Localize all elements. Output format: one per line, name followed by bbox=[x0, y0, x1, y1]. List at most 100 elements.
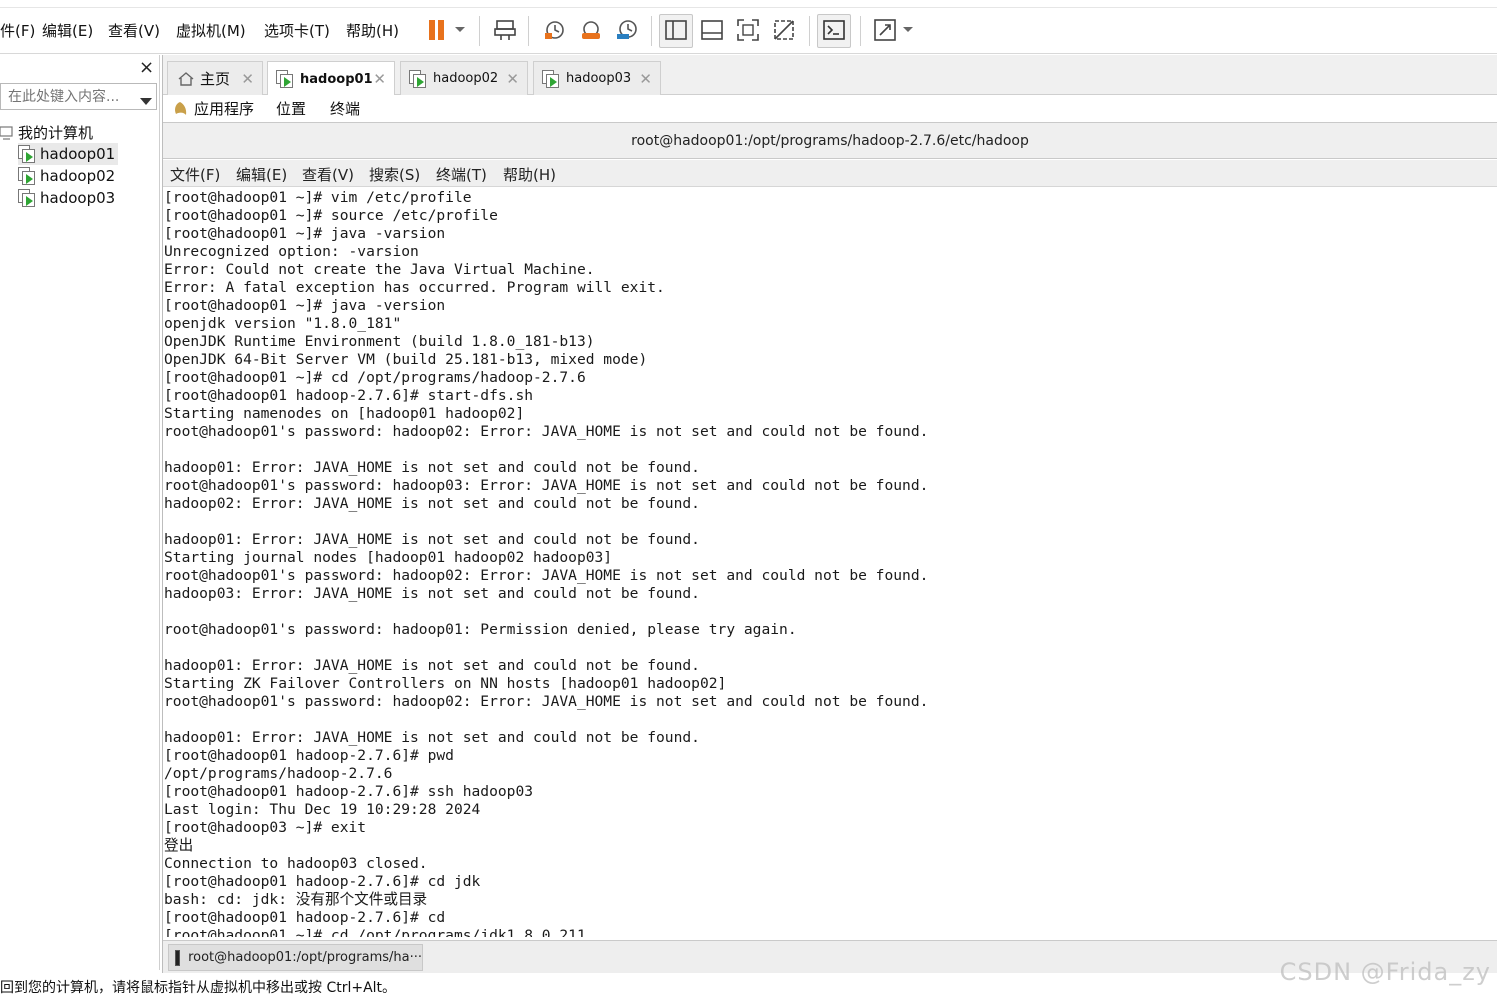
terminal-line: [root@hadoop01 hadoop-2.7.6]# ssh hadoop… bbox=[164, 783, 534, 800]
status-text: 回到您的计算机，请将鼠标指针从虚拟机中移出或按 Ctrl+Alt。 bbox=[0, 980, 397, 996]
terminal-menu-view[interactable]: 查看(V) bbox=[302, 164, 354, 185]
toolbar-separator bbox=[860, 16, 861, 46]
guest-menu-terminal[interactable]: 终端 bbox=[330, 98, 360, 119]
terminal-line: Unrecognized option: -varsion bbox=[164, 243, 419, 260]
guest-menu-applications[interactable]: 应用程序 bbox=[194, 98, 254, 119]
tree-root-label: 我的计算机 bbox=[18, 124, 94, 142]
tree-vm-hadoop03[interactable]: hadoop03 bbox=[18, 187, 118, 209]
terminal-line: [root@hadoop01 ~]# vim /etc/profile bbox=[164, 189, 472, 206]
tab-close-icon[interactable]: ✕ bbox=[373, 70, 386, 88]
library-pane: × 我的计算机 hadoop01 hadoop02 hadoop03 bbox=[0, 55, 160, 970]
terminal-icon bbox=[175, 949, 181, 966]
terminal-line: Connection to hadoop03 closed. bbox=[164, 855, 428, 872]
terminal-line: 登出 bbox=[164, 837, 194, 854]
tree-vm-hadoop02[interactable]: hadoop02 bbox=[18, 165, 118, 187]
tab-label: hadoop03 bbox=[566, 71, 632, 86]
menu-vm[interactable]: 虚拟机(M) bbox=[176, 20, 246, 41]
terminal-line: hadoop01: Error: JAVA_HOME is not set an… bbox=[164, 459, 700, 476]
thumbnail-view-icon[interactable] bbox=[699, 17, 725, 43]
terminal-menu-edit[interactable]: 编辑(E) bbox=[236, 164, 287, 185]
library-search bbox=[0, 83, 157, 110]
terminal-line: OpenJDK 64-Bit Server VM (build 25.181-b… bbox=[164, 351, 648, 368]
toolbar-separator bbox=[479, 16, 480, 46]
menu-tabs[interactable]: 选项卡(T) bbox=[264, 20, 330, 41]
terminal-output[interactable]: [root@hadoop01 ~]# vim /etc/profile [roo… bbox=[163, 187, 1497, 937]
terminal-menu-file[interactable]: 文件(F) bbox=[170, 164, 220, 185]
terminal-line: [root@hadoop01 hadoop-2.7.6]# cd bbox=[164, 909, 446, 926]
tab-hadoop02[interactable]: hadoop02 ✕ bbox=[400, 61, 528, 95]
terminal-line: [root@hadoop01 hadoop-2.7.6]# pwd bbox=[164, 747, 454, 764]
terminal-line: Starting namenodes on [hadoop01 hadoop02… bbox=[164, 405, 525, 422]
tab-close-icon[interactable]: ✕ bbox=[639, 70, 652, 88]
terminal-line: root@hadoop01's password: hadoop02: Erro… bbox=[164, 693, 929, 710]
vm-tab-bar: 主页 ✕ hadoop01 ✕ hadoop02 ✕ hadoop03 ✕ bbox=[163, 55, 1497, 96]
menu-view[interactable]: 查看(V) bbox=[108, 20, 160, 41]
stretch-dropdown-icon[interactable] bbox=[898, 17, 918, 43]
vm-running-icon bbox=[18, 145, 36, 163]
tab-label: hadoop01 bbox=[300, 71, 373, 87]
taskbar-item-terminal[interactable]: root@hadoop01:/opt/programs/ha··· bbox=[168, 944, 423, 971]
snapshot-icon[interactable] bbox=[541, 17, 567, 43]
chevron-down-icon[interactable] bbox=[140, 91, 152, 110]
tab-home[interactable]: 主页 ✕ bbox=[167, 61, 263, 95]
terminal-line: hadoop03: Error: JAVA_HOME is not set an… bbox=[164, 585, 700, 602]
terminal-menu-terminal[interactable]: 终端(T) bbox=[436, 164, 487, 185]
send-keys-icon[interactable] bbox=[492, 17, 518, 43]
terminal-line: [root@hadoop01 ~]# source /etc/profile bbox=[164, 207, 498, 224]
fullscreen-icon[interactable] bbox=[735, 17, 761, 43]
unity-icon[interactable] bbox=[771, 17, 797, 43]
tree-vm-label: hadoop03 bbox=[40, 189, 116, 207]
toolbar-separator bbox=[809, 16, 810, 46]
tree-root-my-computer[interactable]: 我的计算机 bbox=[0, 122, 93, 143]
vm-running-icon bbox=[409, 69, 427, 88]
applications-icon bbox=[175, 102, 187, 115]
guest-top-panel: 应用程序 位置 终端 bbox=[163, 95, 1497, 122]
vm-running-icon bbox=[18, 167, 36, 185]
menu-edit[interactable]: 编辑(E) bbox=[42, 20, 93, 41]
terminal-line: [root@hadoop03 ~]# exit bbox=[164, 819, 367, 836]
menu-file[interactable]: 件(F) bbox=[0, 20, 35, 41]
status-bar: 回到您的计算机，请将鼠标指针从虚拟机中移出或按 Ctrl+Alt。 bbox=[0, 973, 1497, 997]
computer-icon bbox=[0, 125, 13, 140]
terminal-line: Error: A fatal exception has occurred. P… bbox=[164, 279, 665, 296]
terminal-line: root@hadoop01's password: hadoop03: Erro… bbox=[164, 477, 929, 494]
menu-help[interactable]: 帮助(H) bbox=[346, 20, 399, 41]
watermark: CSDN @Frida_zy bbox=[1279, 958, 1491, 986]
tab-close-icon[interactable]: ✕ bbox=[241, 70, 254, 88]
toolbar-separator bbox=[651, 16, 652, 46]
restore-snapshot-icon[interactable] bbox=[578, 17, 604, 43]
tree-vm-hadoop01[interactable]: hadoop01 bbox=[18, 143, 118, 165]
pause-icon[interactable] bbox=[424, 17, 450, 43]
stretch-icon[interactable] bbox=[872, 17, 898, 43]
terminal-menu-search[interactable]: 搜索(S) bbox=[369, 164, 420, 185]
library-close-icon[interactable]: × bbox=[139, 57, 154, 78]
terminal-menu-help[interactable]: 帮助(H) bbox=[503, 164, 556, 185]
tab-hadoop03[interactable]: hadoop03 ✕ bbox=[533, 61, 661, 95]
terminal-line: openjdk version "1.8.0_181" bbox=[164, 315, 402, 332]
tree-vm-label: hadoop01 bbox=[40, 145, 116, 163]
toolbar-separator bbox=[528, 16, 529, 46]
vm-running-icon bbox=[18, 189, 36, 207]
library-search-input[interactable] bbox=[1, 84, 129, 109]
window-title-strip bbox=[0, 0, 1497, 8]
snapshot-manager-icon[interactable] bbox=[614, 17, 640, 43]
tab-hadoop01[interactable]: hadoop01 ✕ bbox=[267, 61, 395, 96]
terminal-line: [root@hadoop01 ~]# cd /opt/programs/hado… bbox=[164, 369, 586, 386]
terminal-line: Starting ZK Failover Controllers on NN h… bbox=[164, 675, 727, 692]
terminal-line: hadoop01: Error: JAVA_HOME is not set an… bbox=[164, 531, 700, 548]
console-icon[interactable] bbox=[821, 17, 847, 43]
terminal-line: root@hadoop01's password: hadoop02: Erro… bbox=[164, 423, 929, 440]
terminal-line: root@hadoop01's password: hadoop02: Erro… bbox=[164, 567, 929, 584]
terminal-line: Starting journal nodes [hadoop01 hadoop0… bbox=[164, 549, 613, 566]
tree-vm-label: hadoop02 bbox=[40, 167, 116, 185]
guest-menu-places[interactable]: 位置 bbox=[276, 98, 306, 119]
terminal-title: root@hadoop01:/opt/programs/hadoop-2.7.6… bbox=[163, 122, 1497, 159]
terminal-line: Last login: Thu Dec 19 10:29:28 2024 bbox=[164, 801, 481, 818]
terminal-line: bash: cd: jdk: 没有那个文件或目录 bbox=[164, 891, 428, 908]
terminal-line: [root@hadoop01 hadoop-2.7.6]# cd jdk bbox=[164, 873, 481, 890]
sidebar-view-icon[interactable] bbox=[663, 17, 689, 43]
terminal-line: [root@hadoop01 ~]# cd /opt/programs/jdk1… bbox=[164, 927, 586, 937]
tab-close-icon[interactable]: ✕ bbox=[506, 70, 519, 88]
pause-dropdown-icon[interactable] bbox=[450, 17, 470, 43]
terminal-line: /opt/programs/hadoop-2.7.6 bbox=[164, 765, 393, 782]
